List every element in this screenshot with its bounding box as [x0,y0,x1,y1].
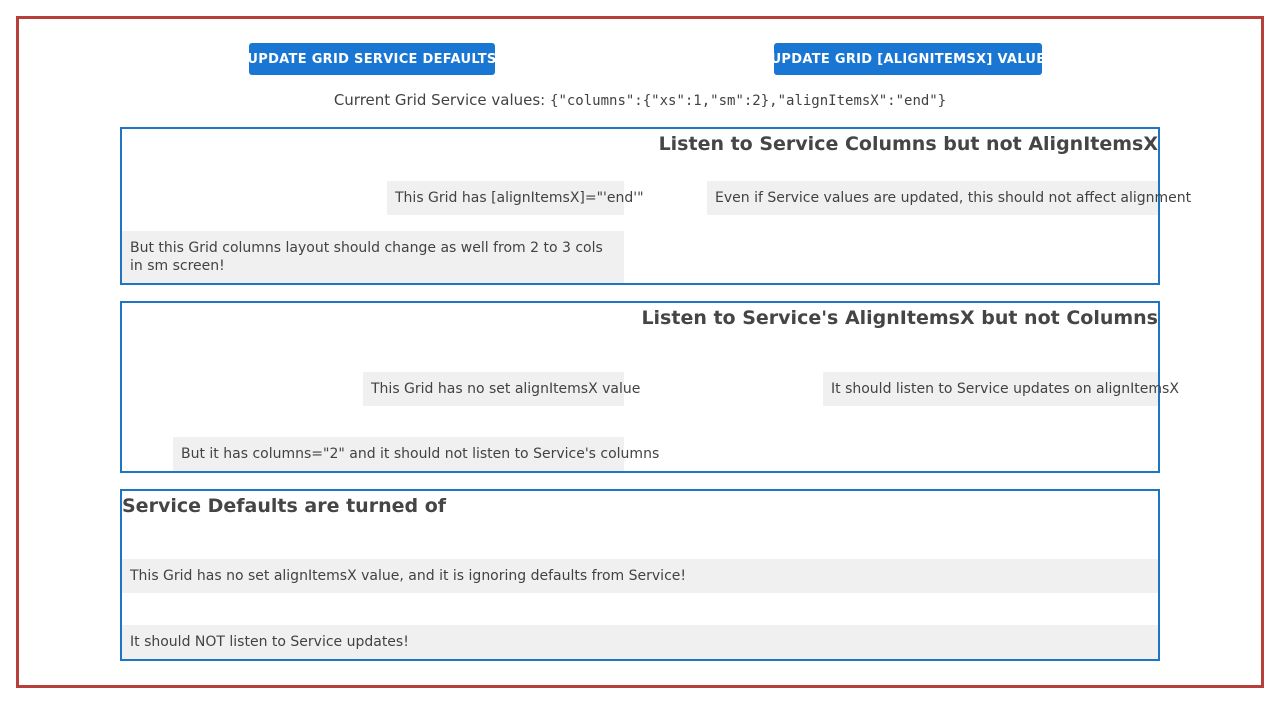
current-service-values: Current Grid Service values: {"columns":… [0,90,1280,111]
panel-listen-columns: Listen to Service Columns but not AlignI… [120,127,1191,285]
panel-title: Listen to Service Columns but not AlignI… [658,133,1158,155]
panel-title: Service Defaults are turned of [122,495,447,517]
update-grid-alignitemsx-button[interactable]: UPDATE GRID [ALIGNITEMSX] VALUE [771,43,1045,75]
grid-cell: This Grid has [alignItemsX]="'end'" [387,181,644,215]
current-values-label: Current Grid Service values: [333,91,546,109]
grid-cell: Even if Service values are updated, this… [707,181,1191,215]
grid-cell: This Grid has no set alignItemsX value [363,372,640,406]
panel-defaults-off: Service Defaults are turned of This Grid… [120,489,1160,661]
current-values-json: {"columns":{"xs":1,"sm":2},"alignItemsX"… [550,93,947,109]
update-grid-service-defaults-button[interactable]: UPDATE GRID SERVICE DEFAULTS [247,43,496,75]
grid-cell: It should NOT listen to Service updates! [122,625,1158,659]
grid-cell: But this Grid columns layout should chan… [122,231,624,283]
grid-cell: It should listen to Service updates on a… [823,372,1179,406]
grid-cell: This Grid has no set alignItemsX value, … [122,559,1158,593]
grid-cell: But it has columns="2" and it should not… [173,437,659,471]
panel-title: Listen to Service's AlignItemsX but not … [641,307,1158,329]
panel-listen-alignitemsx: Listen to Service's AlignItemsX but not … [120,301,1179,473]
